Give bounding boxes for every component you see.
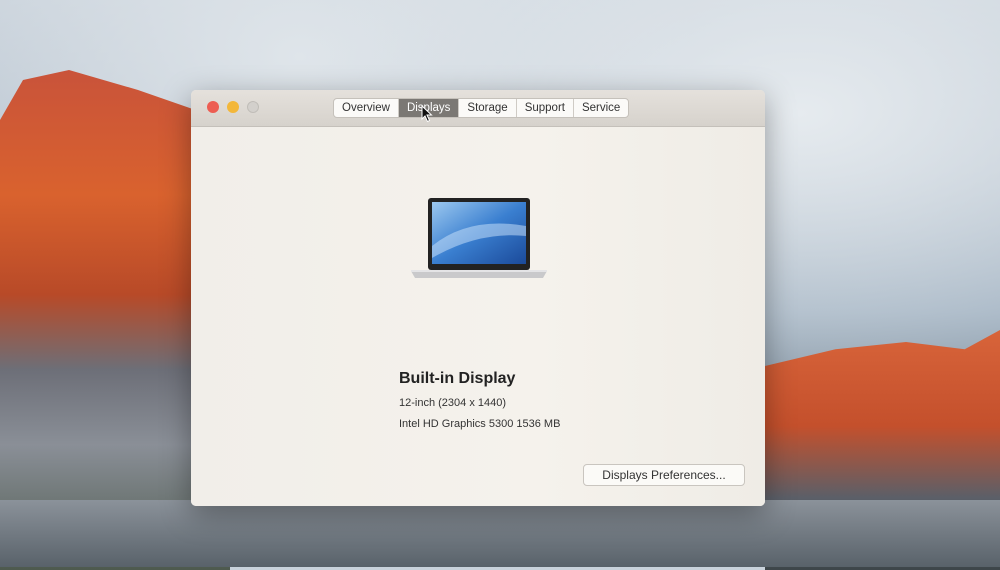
close-button[interactable]	[207, 101, 219, 113]
minimize-button[interactable]	[227, 101, 239, 113]
tab-support[interactable]: Support	[517, 99, 574, 117]
laptop-icon	[411, 198, 547, 278]
display-size-resolution: 12-inch (2304 x 1440)	[399, 397, 507, 409]
tab-storage[interactable]: Storage	[459, 99, 517, 117]
zoom-button[interactable]	[247, 101, 259, 113]
mouse-pointer-icon	[421, 105, 433, 123]
graphics-info: Intel HD Graphics 5300 1536 MB	[399, 418, 561, 430]
tab-bar: Overview Displays Storage Support Servic…	[333, 98, 630, 118]
displays-preferences-button[interactable]: Displays Preferences...	[583, 464, 745, 486]
wallpaper-valley	[0, 500, 1000, 567]
title-bar: Overview Displays Storage Support Servic…	[191, 90, 765, 127]
tab-service[interactable]: Service	[574, 99, 628, 117]
display-name: Built-in Display	[399, 370, 516, 387]
displays-panel: Built-in Display 12-inch (2304 x 1440) I…	[191, 127, 765, 506]
tab-overview[interactable]: Overview	[334, 99, 399, 117]
about-this-mac-window: Overview Displays Storage Support Servic…	[191, 90, 765, 506]
